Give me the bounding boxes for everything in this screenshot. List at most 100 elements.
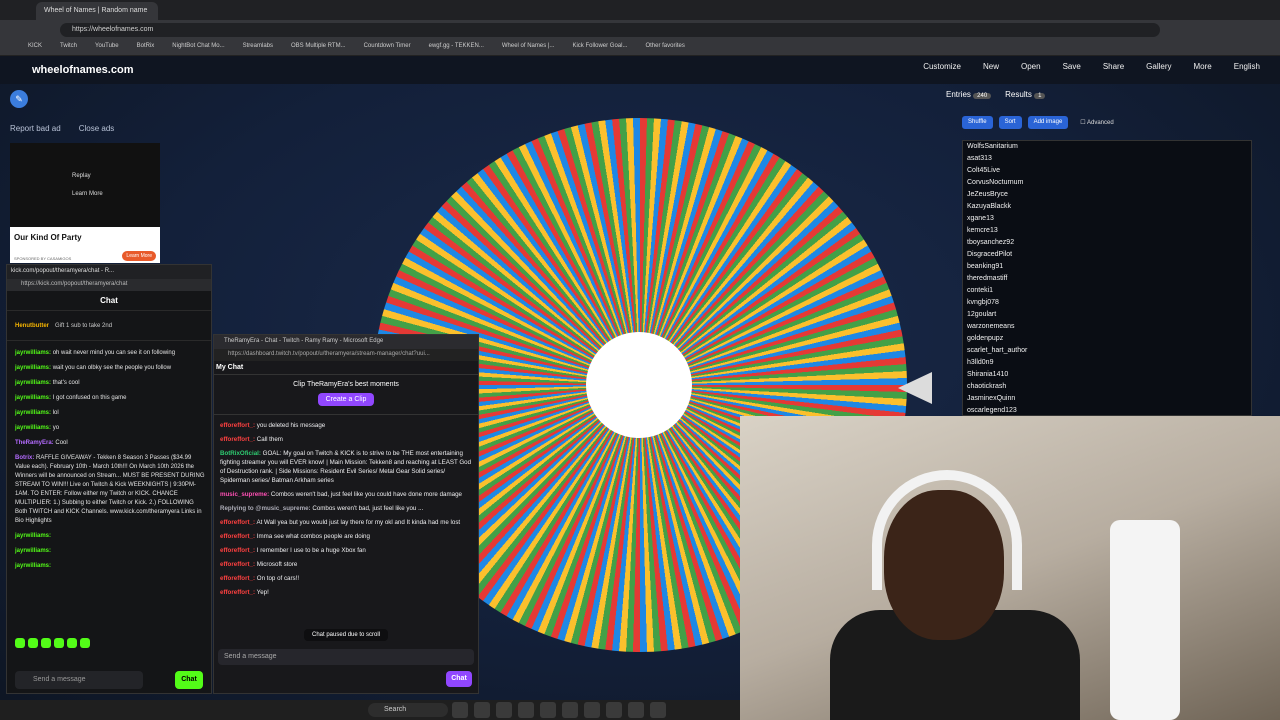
close-ads-link[interactable]: Close ads — [79, 124, 115, 133]
chat-username[interactable]: BotRixOficial: — [220, 450, 261, 457]
menu-item[interactable]: Customize — [923, 62, 961, 71]
edit-icon[interactable]: ✎ — [10, 90, 28, 108]
twitch-chat-message: efforeffort_: Call them — [220, 435, 472, 444]
app-icon[interactable] — [518, 702, 534, 718]
kick-chat-button[interactable]: Chat — [175, 671, 203, 689]
twitch-url[interactable]: https://dashboard.twitch.tv/popout/u/the… — [214, 349, 478, 361]
emote-icon[interactable] — [80, 638, 90, 648]
app-icon[interactable] — [628, 702, 644, 718]
entry-item: 12goulart — [967, 311, 997, 318]
chat-username[interactable]: jayrwilliams: — [15, 410, 51, 416]
emote-icon[interactable] — [28, 638, 38, 648]
chat-username[interactable]: TheRamyEra: — [15, 440, 54, 446]
chat-username[interactable]: efforeffort_: — [220, 533, 255, 540]
menu-item[interactable]: Save — [1063, 62, 1081, 71]
chat-username[interactable]: Replying to @music_supreme: — [220, 505, 311, 512]
kick-chat-message: jayrwilliams: — [15, 547, 205, 556]
tab-results[interactable]: Results 1 — [1005, 90, 1046, 99]
chat-username[interactable]: efforeffort_: — [220, 575, 255, 582]
chat-text: Microsoft store — [255, 561, 298, 568]
entry-item: DisgracedPilot — [967, 251, 1013, 258]
chat-username[interactable]: jayrwilliams: — [15, 533, 51, 539]
chat-username[interactable]: efforeffort_: — [220, 547, 255, 554]
url-field[interactable]: https://wheelofnames.com — [60, 23, 1160, 37]
chat-text: lol — [51, 410, 59, 416]
learn-label[interactable]: Learn More — [72, 191, 103, 197]
chat-username[interactable]: jayrwilliams: — [15, 350, 51, 356]
sort-button[interactable]: Sort — [998, 116, 1022, 129]
app-icon[interactable] — [650, 702, 666, 718]
create-clip-button[interactable]: Create a Clip — [317, 393, 375, 406]
bookmark-item[interactable]: OBS Multiple RTM... — [291, 43, 346, 52]
app-icon[interactable] — [496, 702, 512, 718]
menu-item[interactable]: Share — [1103, 62, 1124, 71]
chat-username[interactable]: jayrwilliams: — [15, 365, 51, 371]
shuffle-button[interactable]: Shuffle — [962, 116, 993, 129]
emote-icon[interactable] — [15, 638, 25, 648]
chat-username[interactable]: efforeffort_: — [220, 436, 255, 443]
ad-learn-more-button[interactable]: Learn More — [122, 251, 156, 261]
bookmark-item[interactable]: Countdown Timer — [364, 43, 411, 52]
app-icon[interactable] — [584, 702, 600, 718]
kick-message-input[interactable]: Send a message — [15, 671, 143, 689]
menu-item[interactable]: More — [1194, 62, 1212, 71]
bookmark-item[interactable]: YouTube — [95, 43, 119, 52]
chat-username[interactable]: efforeffort_: — [220, 519, 255, 526]
browser-tab[interactable]: Wheel of Names | Random name — [36, 2, 158, 20]
bookmark-item[interactable]: Twitch — [60, 43, 77, 52]
wheel-center[interactable] — [586, 332, 692, 438]
menu-item[interactable]: Open — [1021, 62, 1041, 71]
app-icon[interactable] — [452, 702, 468, 718]
entry-item: warzonemeans — [967, 323, 1015, 330]
ad-image: Replay Learn More — [10, 143, 160, 227]
bookmark-item[interactable]: Kick Follower Goal... — [572, 43, 627, 52]
taskbar-search[interactable]: Search — [368, 703, 448, 717]
kick-url[interactable]: https://kick.com/popout/theramyera/chat — [7, 279, 211, 291]
report-ad-link[interactable]: Report bad ad — [10, 124, 61, 133]
chat-paused-notice[interactable]: Chat paused due to scroll — [304, 629, 389, 641]
twitch-clip-banner: Clip TheRamyEra's best moments Create a … — [214, 375, 478, 415]
bookmark-item[interactable]: BotRix — [137, 43, 155, 52]
emote-icon[interactable] — [54, 638, 64, 648]
entry-item: Colt45Live — [967, 167, 1001, 174]
app-icon[interactable] — [562, 702, 578, 718]
chat-username[interactable]: jayrwilliams: — [15, 380, 51, 386]
ad-sponsor: SPONSORED BY CASAMIGOS — [14, 256, 72, 261]
app-icon[interactable] — [606, 702, 622, 718]
app-icon[interactable] — [474, 702, 490, 718]
bookmark-item[interactable]: Other favorites — [645, 43, 684, 52]
bookmark-item[interactable]: NightBot Chat Mo... — [172, 43, 224, 52]
twitch-chat-window: TheRamyEra - Chat - Twitch - Ramy Ramy -… — [213, 334, 479, 694]
emote-icon[interactable] — [41, 638, 51, 648]
menu-item[interactable]: English — [1234, 62, 1260, 71]
emote-icon[interactable] — [67, 638, 77, 648]
ad-box[interactable]: Replay Learn More Our Kind Of Party SPON… — [10, 143, 160, 263]
add-image-button[interactable]: Add image — [1027, 116, 1069, 129]
twitch-chat-button[interactable]: Chat — [446, 671, 472, 687]
pinned-user[interactable]: Henutbutter — [15, 323, 49, 329]
chat-username[interactable]: jayrwilliams: — [15, 563, 51, 569]
bookmark-item[interactable]: ewgf.gg - TEKKEN... — [429, 43, 484, 52]
chat-username[interactable]: jayrwilliams: — [15, 425, 51, 431]
chat-username[interactable]: music_supreme: — [220, 491, 269, 498]
chat-username[interactable]: jayrwilliams: — [15, 548, 51, 554]
replay-label[interactable]: Replay — [72, 173, 91, 179]
menu-item[interactable]: Gallery — [1146, 62, 1171, 71]
bookmark-item[interactable]: Wheel of Names |... — [502, 43, 555, 52]
tab-entries[interactable]: Entries 240 — [946, 90, 992, 99]
menu-item[interactable]: New — [983, 62, 999, 71]
site-logo[interactable]: wheelofnames.com — [32, 64, 133, 76]
chat-text: oh wait never mind you can see it on fol… — [51, 350, 176, 356]
app-icon[interactable] — [540, 702, 556, 718]
chat-username[interactable]: efforeffort_: — [220, 422, 255, 429]
chat-username[interactable]: efforeffort_: — [220, 589, 255, 596]
chat-username[interactable]: jayrwilliams: — [15, 395, 51, 401]
bookmark-item[interactable]: KICK — [28, 43, 42, 52]
advanced-checkbox[interactable]: ☐ Advanced — [1074, 116, 1119, 129]
chat-username[interactable]: Botrix: — [15, 455, 34, 461]
kick-chat-message: TheRamyEra: Cool — [15, 439, 205, 448]
twitch-message-input[interactable]: Send a message — [218, 649, 474, 665]
bookmark-item[interactable]: Streamlabs — [243, 43, 273, 52]
chat-username[interactable]: efforeffort_: — [220, 561, 255, 568]
entries-list[interactable]: WolfsSanitarium asat313 Colt45Live CorvusNo… — [962, 140, 1252, 416]
